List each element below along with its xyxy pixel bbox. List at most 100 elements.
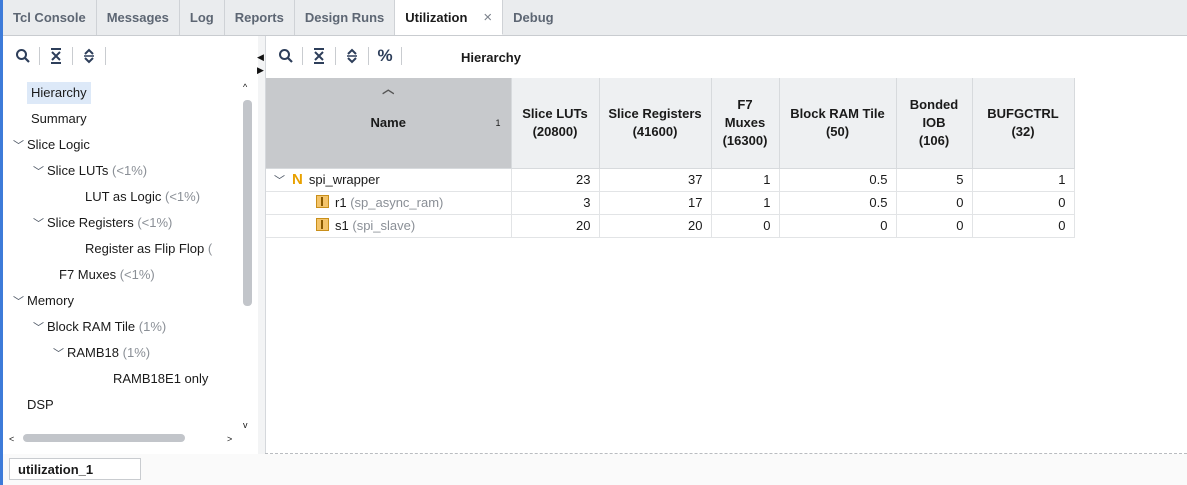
- sort-chevron-up-icon: ︿: [382, 82, 395, 96]
- tab-messages[interactable]: Messages: [97, 0, 180, 35]
- column-header-capacity: (32): [1011, 123, 1035, 139]
- tree-item-percent: (: [207, 241, 213, 256]
- column-header-f7-muxes[interactable]: F7 Muxes (16300): [711, 78, 780, 169]
- tab-tcl-console[interactable]: Tcl Console: [3, 0, 97, 35]
- pane-splitter[interactable]: [258, 36, 266, 454]
- table-row[interactable]: r1 (sp_async_ram) 3 17 1 0.5 0 0: [266, 191, 1075, 215]
- tab-label: Log: [189, 10, 214, 25]
- toolbar-separator: [72, 47, 73, 65]
- scroll-right-icon[interactable]: >: [227, 434, 232, 444]
- tree-item-label: Slice Logic: [27, 137, 90, 152]
- collapse-all-icon[interactable]: [305, 43, 333, 69]
- expand-all-icon[interactable]: [338, 43, 366, 69]
- tree-scroll-thumb[interactable]: [243, 100, 252, 306]
- cell-value: 1: [711, 168, 780, 192]
- tree-item-ramb18e1-only[interactable]: RAMB18E1 only: [113, 368, 208, 390]
- tab-debug[interactable]: Debug: [503, 0, 563, 35]
- cell-value: 17: [599, 191, 712, 215]
- chevron-down-icon[interactable]: ﹀: [53, 343, 67, 365]
- chevron-down-icon[interactable]: ﹀: [13, 135, 27, 157]
- column-header-capacity: (16300): [722, 132, 768, 148]
- tree-item-ramb18[interactable]: ﹀ RAMB18 (1%): [53, 342, 150, 364]
- tree-item-hierarchy[interactable]: Hierarchy: [27, 82, 91, 104]
- tab-label: utilization_1: [18, 462, 94, 477]
- tab-label: Reports: [234, 10, 284, 25]
- toolbar-separator: [39, 47, 40, 65]
- collapse-left-pane-icon[interactable]: ◀: [257, 52, 264, 63]
- collapse-all-icon[interactable]: [42, 43, 70, 69]
- tree-item-memory[interactable]: ﹀ Memory: [13, 290, 74, 312]
- chevron-down-icon[interactable]: ﹀: [33, 161, 47, 183]
- column-header-capacity: (106): [918, 132, 950, 148]
- tree-item-label: DSP: [27, 397, 54, 412]
- instance-icon: [316, 195, 329, 208]
- cell-name[interactable]: ﹀ Nspi_wrapper: [266, 168, 512, 192]
- cell-value: 20: [599, 214, 712, 238]
- tree-item-f7-muxes[interactable]: F7 Muxes (<1%): [59, 264, 155, 286]
- close-tab-icon[interactable]: ×: [483, 9, 492, 26]
- cell-name[interactable]: s1 (spi_slave): [266, 214, 512, 238]
- scroll-left-icon[interactable]: <: [9, 434, 14, 444]
- table-toolbar: %: [272, 39, 404, 73]
- instance-icon: [316, 218, 329, 231]
- tree-item-lut-as-logic[interactable]: LUT as Logic (<1%): [85, 186, 200, 208]
- tab-design-runs[interactable]: Design Runs: [295, 0, 396, 35]
- netlist-top-icon: N: [292, 171, 303, 188]
- tab-label: Debug: [513, 10, 554, 25]
- view-label: Hierarchy: [461, 50, 521, 65]
- cell-value: 0.5: [779, 191, 897, 215]
- tab-reports[interactable]: Reports: [225, 0, 295, 35]
- tab-utilization[interactable]: Utilization ×: [395, 0, 504, 35]
- expand-all-icon[interactable]: [75, 43, 103, 69]
- cell-value: 37: [599, 168, 712, 192]
- tree-item-label: Slice LUTs: [47, 163, 109, 178]
- cell-value: 3: [511, 191, 600, 215]
- tab-utilization-1[interactable]: utilization_1: [9, 458, 141, 480]
- instance-name: spi_wrapper: [308, 172, 380, 187]
- table-row[interactable]: s1 (spi_slave) 20 20 0 0 0 0: [266, 214, 1075, 238]
- tree-horizontal-scroll-thumb[interactable]: [23, 434, 185, 442]
- tab-label: Design Runs: [304, 10, 385, 25]
- cell-value: 23: [511, 168, 600, 192]
- cell-name[interactable]: r1 (sp_async_ram): [266, 191, 512, 215]
- tree-item-register-as-flip-flop[interactable]: Register as Flip Flop (: [85, 238, 212, 260]
- utilization-table-pane: % Hierarchy ︿ Name 1 Slice LUTs (20800): [266, 36, 1187, 454]
- cell-value: 0: [711, 214, 780, 238]
- percent-icon[interactable]: %: [371, 43, 399, 69]
- column-header-capacity: (20800): [532, 123, 578, 139]
- scroll-down-icon[interactable]: v: [243, 420, 248, 430]
- tree-item-dsp[interactable]: DSP: [27, 394, 54, 416]
- search-icon[interactable]: [272, 43, 300, 69]
- tab-log[interactable]: Log: [180, 0, 225, 35]
- tree-item-percent: (1%): [122, 345, 151, 360]
- tree-item-block-ram-tile[interactable]: ﹀ Block RAM Tile (1%): [33, 316, 166, 338]
- tree-item-percent: (<1%): [112, 163, 148, 178]
- tree-item-summary[interactable]: Summary: [31, 108, 87, 130]
- column-header-label: Slice Registers: [608, 105, 702, 121]
- expand-right-pane-icon[interactable]: ▶: [257, 65, 264, 76]
- chevron-down-icon[interactable]: ﹀: [33, 317, 47, 339]
- table-row[interactable]: ﹀ Nspi_wrapper 23 37 1 0.5 5 1: [266, 168, 1075, 192]
- search-icon[interactable]: [9, 43, 37, 69]
- tree-item-slice-luts[interactable]: ﹀ Slice LUTs (<1%): [33, 160, 147, 182]
- sort-order-marker: 1: [495, 118, 501, 128]
- tree-item-percent: (<1%): [164, 189, 201, 204]
- tree-item-slice-logic[interactable]: ﹀ Slice Logic: [13, 134, 90, 156]
- tree-item-label: RAMB18E1 only: [113, 371, 209, 386]
- column-header-slice-luts[interactable]: Slice LUTs (20800): [511, 78, 600, 169]
- tree-item-slice-registers[interactable]: ﹀ Slice Registers (<1%): [33, 212, 172, 234]
- tree-item-label: Block RAM Tile: [47, 319, 136, 334]
- navigation-tree: Hierarchy Summary ﹀ Slice Logic ﹀ Slice LU…: [3, 80, 239, 466]
- scroll-up-icon[interactable]: ^: [243, 82, 247, 92]
- column-header-block-ram-tile[interactable]: Block RAM Tile (50): [779, 78, 897, 169]
- chevron-down-icon[interactable]: ﹀: [33, 213, 47, 235]
- chevron-down-icon[interactable]: ﹀: [13, 291, 27, 313]
- column-header-slice-registers[interactable]: Slice Registers (41600): [599, 78, 712, 169]
- column-header-name[interactable]: ︿ Name 1: [266, 78, 512, 169]
- tree-item-label: Slice Registers: [47, 215, 134, 230]
- toolbar-separator: [105, 47, 106, 65]
- column-header-bufgctrl[interactable]: BUFGCTRL (32): [972, 78, 1075, 169]
- chevron-down-icon[interactable]: ﹀: [274, 172, 288, 188]
- cell-value: 0: [779, 214, 897, 238]
- column-header-bonded-iob[interactable]: Bonded IOB (106): [896, 78, 973, 169]
